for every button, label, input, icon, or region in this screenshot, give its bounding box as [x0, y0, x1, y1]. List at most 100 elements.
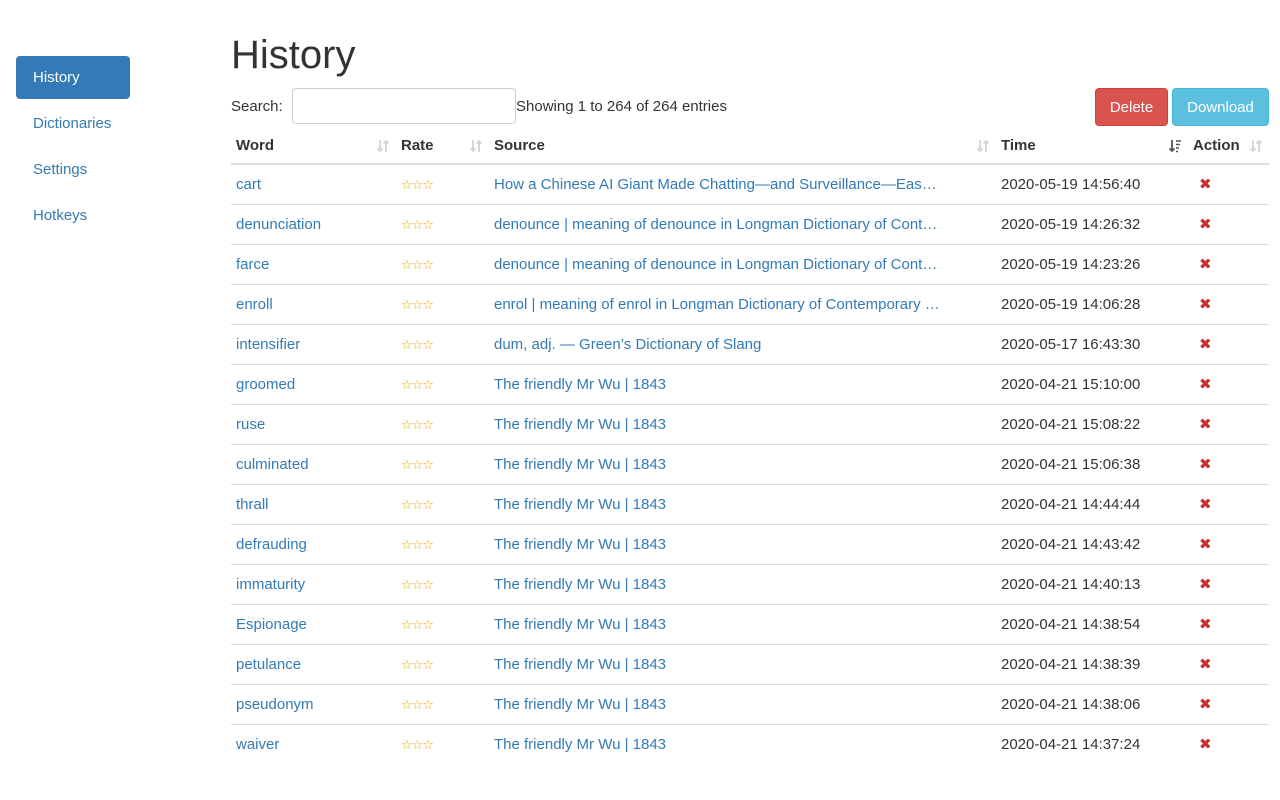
source-link[interactable]: enrol | meaning of enrol in Longman Dict…: [494, 296, 940, 313]
word-link[interactable]: cart: [236, 176, 261, 193]
source-link[interactable]: The friendly Mr Wu | 1843: [494, 696, 666, 713]
delete-row-icon[interactable]: ✖: [1193, 376, 1212, 393]
word-link[interactable]: waiver: [236, 736, 279, 753]
word-link[interactable]: Espionage: [236, 616, 307, 633]
source-link[interactable]: dum, adj. — Green’s Dictionary of Slang: [494, 336, 761, 353]
column-header-label: Time: [1001, 137, 1036, 154]
source-link[interactable]: How a Chinese AI Giant Made Chatting—and…: [494, 176, 937, 193]
delete-row-icon[interactable]: ✖: [1193, 256, 1212, 273]
delete-button[interactable]: Delete: [1095, 88, 1168, 126]
source-link[interactable]: The friendly Mr Wu | 1843: [494, 496, 666, 513]
sidebar-item-settings[interactable]: Settings: [16, 148, 130, 191]
source-link[interactable]: The friendly Mr Wu | 1843: [494, 416, 666, 433]
sort-icon: [469, 139, 483, 153]
column-header-time[interactable]: Time: [996, 128, 1188, 165]
delete-row-icon[interactable]: ✖: [1193, 576, 1212, 593]
word-link[interactable]: ruse: [236, 416, 265, 433]
word-link[interactable]: groomed: [236, 376, 295, 393]
delete-row-icon[interactable]: ✖: [1193, 416, 1212, 433]
rating-stars[interactable]: ☆☆☆: [401, 177, 434, 192]
timestamp: 2020-04-21 15:06:38: [1001, 455, 1141, 473]
word-link[interactable]: thrall: [236, 496, 269, 513]
word-link[interactable]: immaturity: [236, 576, 305, 593]
table-row: defrauding ☆☆☆ The friendly Mr Wu | 1843 20…: [231, 524, 1269, 565]
source-link[interactable]: The friendly Mr Wu | 1843: [494, 576, 666, 593]
rating-stars[interactable]: ☆☆☆: [401, 417, 434, 432]
source-link[interactable]: The friendly Mr Wu | 1843: [494, 736, 666, 753]
timestamp: 2020-04-21 15:08:22: [1001, 415, 1141, 433]
word-link[interactable]: intensifier: [236, 336, 300, 353]
table-cell-time: 2020-04-21 14:43:42: [996, 524, 1188, 565]
table-cell-time: 2020-04-21 15:06:38: [996, 444, 1188, 485]
delete-row-icon[interactable]: ✖: [1193, 616, 1212, 633]
search-input[interactable]: [292, 88, 516, 124]
table-cell-action: ✖: [1188, 724, 1269, 764]
word-link[interactable]: denunciation: [236, 216, 321, 233]
delete-row-icon[interactable]: ✖: [1193, 456, 1212, 473]
rating-stars[interactable]: ☆☆☆: [401, 297, 434, 312]
sidebar: History Dictionaries Settings Hotkeys: [16, 56, 130, 240]
table-cell-time: 2020-05-19 14:23:26: [996, 244, 1188, 285]
source-link[interactable]: The friendly Mr Wu | 1843: [494, 616, 666, 633]
delete-row-icon[interactable]: ✖: [1193, 336, 1212, 353]
delete-row-icon[interactable]: ✖: [1193, 216, 1212, 233]
rating-stars[interactable]: ☆☆☆: [401, 377, 434, 392]
download-button[interactable]: Download: [1172, 88, 1269, 126]
table-cell-action: ✖: [1188, 564, 1269, 605]
delete-row-icon[interactable]: ✖: [1193, 176, 1212, 193]
rating-stars[interactable]: ☆☆☆: [401, 497, 434, 512]
source-link[interactable]: The friendly Mr Wu | 1843: [494, 376, 666, 393]
source-link[interactable]: denounce | meaning of denounce in Longma…: [494, 216, 937, 233]
rating-stars[interactable]: ☆☆☆: [401, 337, 434, 352]
rating-stars[interactable]: ☆☆☆: [401, 257, 434, 272]
sidebar-item-history[interactable]: History: [16, 56, 130, 99]
timestamp: 2020-05-19 14:56:40: [1001, 175, 1141, 193]
table-cell-source: The friendly Mr Wu | 1843: [489, 604, 996, 645]
source-link[interactable]: The friendly Mr Wu | 1843: [494, 456, 666, 473]
rating-stars[interactable]: ☆☆☆: [401, 577, 434, 592]
rating-stars[interactable]: ☆☆☆: [401, 697, 434, 712]
table-cell-source: denounce | meaning of denounce in Longma…: [489, 204, 996, 245]
word-link[interactable]: pseudonym: [236, 696, 314, 713]
source-link[interactable]: denounce | meaning of denounce in Longma…: [494, 256, 937, 273]
table-cell-action: ✖: [1188, 164, 1269, 205]
table-cell-rate: ☆☆☆: [396, 284, 489, 325]
rating-stars[interactable]: ☆☆☆: [401, 737, 434, 752]
rating-stars[interactable]: ☆☆☆: [401, 217, 434, 232]
delete-row-icon[interactable]: ✖: [1193, 536, 1212, 553]
word-link[interactable]: enroll: [236, 296, 273, 313]
rating-stars[interactable]: ☆☆☆: [401, 457, 434, 472]
table-cell-word: pseudonym: [231, 684, 396, 725]
table-row: denunciation ☆☆☆ denounce | meaning of den…: [231, 204, 1269, 245]
table-header-row: Word Rate Source Time Action: [231, 128, 1269, 165]
timestamp: 2020-04-21 15:10:00: [1001, 375, 1141, 393]
delete-row-icon[interactable]: ✖: [1193, 656, 1212, 673]
rating-stars[interactable]: ☆☆☆: [401, 657, 434, 672]
word-link[interactable]: petulance: [236, 656, 301, 673]
table-cell-word: petulance: [231, 644, 396, 685]
rating-stars[interactable]: ☆☆☆: [401, 617, 434, 632]
table-cell-source: dum, adj. — Green’s Dictionary of Slang: [489, 324, 996, 365]
word-link[interactable]: culminated: [236, 456, 309, 473]
word-link[interactable]: farce: [236, 256, 269, 273]
timestamp: 2020-05-19 14:23:26: [1001, 255, 1141, 273]
source-link[interactable]: The friendly Mr Wu | 1843: [494, 536, 666, 553]
column-header-rate[interactable]: Rate: [396, 128, 489, 165]
column-header-label: Word: [236, 137, 275, 154]
delete-row-icon[interactable]: ✖: [1193, 296, 1212, 313]
column-header-action[interactable]: Action: [1188, 128, 1269, 165]
delete-row-icon[interactable]: ✖: [1193, 496, 1212, 513]
table-cell-rate: ☆☆☆: [396, 164, 489, 205]
table-cell-time: 2020-04-21 14:40:13: [996, 564, 1188, 605]
delete-row-icon[interactable]: ✖: [1193, 696, 1212, 713]
sidebar-item-hotkeys[interactable]: Hotkeys: [16, 194, 130, 237]
column-header-source[interactable]: Source: [489, 128, 996, 165]
sort-desc-icon: [1168, 140, 1181, 153]
column-header-word[interactable]: Word: [231, 128, 396, 165]
rating-stars[interactable]: ☆☆☆: [401, 537, 434, 552]
word-link[interactable]: defrauding: [236, 536, 307, 553]
table-cell-source: The friendly Mr Wu | 1843: [489, 724, 996, 764]
sidebar-item-dictionaries[interactable]: Dictionaries: [16, 102, 130, 145]
delete-row-icon[interactable]: ✖: [1193, 736, 1212, 753]
source-link[interactable]: The friendly Mr Wu | 1843: [494, 656, 666, 673]
